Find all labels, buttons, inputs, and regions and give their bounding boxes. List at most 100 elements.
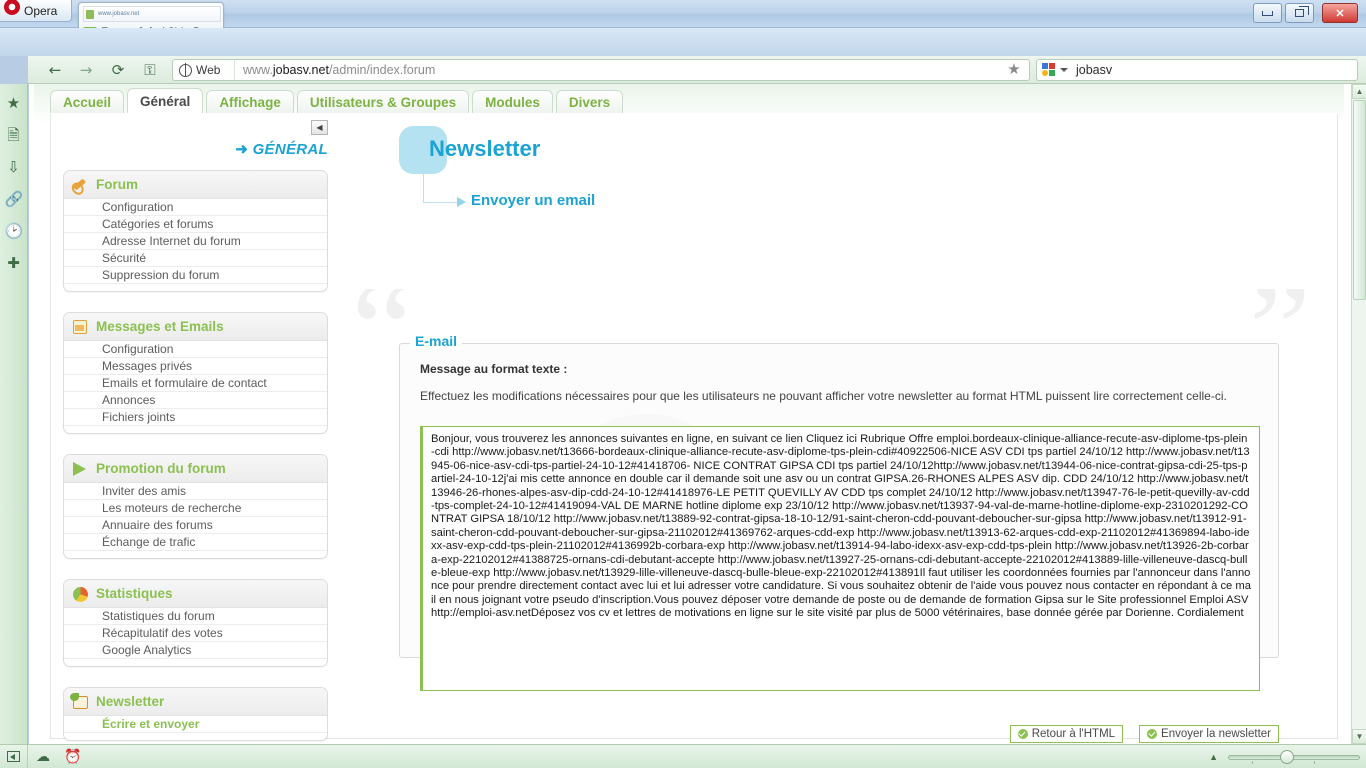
wrench-icon — [72, 177, 89, 193]
tab-affichage[interactable]: Affichage — [206, 90, 294, 114]
sidebar-section-label: GÉNÉRAL — [252, 141, 328, 158]
sidebar-box-promotion: Promotion du forum Inviter des amis Les … — [63, 454, 328, 559]
links-icon[interactable]: 🔗 — [5, 190, 24, 208]
zoom-tick — [1252, 760, 1253, 764]
collapse-sidebar-button[interactable]: ◀ — [311, 120, 328, 135]
textarea-value: Bonjour, vous trouverez les annonces sui… — [431, 433, 1251, 620]
page-vertical-scrollbar[interactable]: ▲ ▼ — [1351, 84, 1366, 744]
admin-page: Accueil Général Affichage Utilisateurs &… — [34, 84, 1344, 744]
tab-accueil[interactable]: Accueil — [50, 90, 125, 114]
send-newsletter-button[interactable]: Envoyer la newsletter — [1139, 725, 1279, 743]
pie-chart-icon — [73, 586, 89, 602]
sidebar-box-header: Messages et Emails — [64, 313, 327, 341]
minimize-window-button[interactable] — [1253, 3, 1282, 23]
sidebar-item-google-analytics[interactable]: Google Analytics — [64, 642, 327, 659]
sidebar-box-list: Configuration Messages privés Emails et … — [64, 341, 327, 433]
sidebar-box-title: Forum — [96, 177, 138, 192]
sidebar-box-title: Promotion du forum — [96, 461, 226, 476]
tab-utilisateurs-groupes[interactable]: Utilisateurs & Groupes — [296, 90, 470, 114]
password-key-icon[interactable]: ⚿ — [140, 60, 160, 80]
history-icon[interactable]: 🕑 — [5, 222, 24, 240]
sidebar-item-securite[interactable]: Sécurité — [64, 250, 327, 267]
sidebar-item-suppression-forum[interactable]: Suppression du forum — [64, 267, 327, 284]
url-path: /admin/index.forum — [328, 63, 436, 77]
sidebar-box-title: Statistiques — [96, 586, 173, 601]
arrow-right-icon — [457, 197, 466, 207]
tab-general[interactable]: Général — [127, 88, 204, 114]
zoom-slider-knob[interactable] — [1280, 749, 1294, 764]
message-description: Effectuez les modifications nécessaires … — [420, 389, 1227, 403]
sidebar-box-header: Statistiques — [64, 580, 327, 608]
sidebar-box-list: Statistiques du forum Récapitulatif des … — [64, 608, 327, 666]
url-text: www.jobasv.net/admin/index.forum — [235, 63, 1029, 77]
url-input[interactable]: Web www.jobasv.net/admin/index.forum — [172, 59, 1030, 81]
breadcrumb-connector-horizontal — [423, 202, 459, 203]
sidebar-box-list: Configuration Catégories et forums Adres… — [64, 199, 327, 291]
sidebar-box-header: Promotion du forum — [64, 455, 327, 483]
sidebar-item-statistiques-forum[interactable]: Statistiques du forum — [64, 608, 327, 625]
sidebar-item-messages-prives[interactable]: Messages privés — [64, 358, 327, 375]
sidebar-item-recapitulatif-votes[interactable]: Récapitulatif des votes — [64, 625, 327, 642]
scroll-down-icon[interactable]: ▼ — [1352, 729, 1366, 744]
reload-icon[interactable]: ⟳ — [108, 60, 128, 80]
search-scope-label: Web — [196, 63, 221, 77]
notes-icon[interactable]: 🗎 — [5, 126, 23, 144]
chevron-down-icon[interactable] — [1060, 68, 1068, 72]
opera-menu-label: Opera — [24, 3, 58, 18]
back-icon[interactable]: ← — [45, 60, 65, 80]
star-icon[interactable]: ★ — [5, 94, 23, 112]
search-input[interactable]: jobasv — [1036, 59, 1358, 81]
sidebar-item-annuaire-forums[interactable]: Annuaire des forums — [64, 517, 327, 534]
sidebar-section-title: ➜ GÉNÉRAL — [235, 140, 328, 158]
sidebar-item-configuration-messages[interactable]: Configuration — [64, 341, 327, 358]
sidebar-item-ecrire-envoyer[interactable]: Écrire et envoyer — [64, 716, 327, 733]
search-scope-badge[interactable]: Web — [173, 60, 235, 80]
zoom-tick — [1314, 760, 1315, 764]
back-to-html-button[interactable]: Retour à l'HTML — [1009, 725, 1124, 743]
tab-modules[interactable]: Modules — [472, 90, 553, 114]
sidebar-item-adresse-internet[interactable]: Adresse Internet du forum — [64, 233, 327, 250]
fieldset-body: Message au format texte : Effectuez les … — [420, 362, 1260, 404]
cloud-icon[interactable]: ☁ — [28, 745, 58, 768]
navigation-bar-background — [0, 28, 1366, 56]
restore-window-button[interactable] — [1285, 3, 1314, 23]
admin-content-area: ◀ ➜ GÉNÉRAL Forum Configuration Catégori… — [50, 114, 1338, 743]
tab-divers[interactable]: Divers — [555, 90, 624, 114]
sidebar-item-categories-forums[interactable]: Catégories et forums — [64, 216, 327, 233]
status-bar-right: ▲ — [1209, 749, 1360, 764]
google-icon — [1042, 63, 1056, 77]
sidebar-item-echange-trafic[interactable]: Échange de trafic — [64, 534, 327, 551]
close-window-button[interactable]: ✕ — [1322, 3, 1358, 23]
opera-menu-button[interactable]: Opera — [0, 0, 72, 22]
downloads-icon[interactable]: ⇩ — [5, 158, 23, 176]
sidebar-item-annonces[interactable]: Annonces — [64, 392, 327, 409]
sidebar-item-fichiers-joints[interactable]: Fichiers joints — [64, 409, 327, 426]
sidebar-item-emails-formulaire[interactable]: Emails et formulaire de contact — [64, 375, 327, 392]
panel-toggle-icon[interactable] — [0, 745, 28, 768]
message-format-label: Message au format texte : — [420, 362, 568, 376]
scroll-up-icon[interactable]: ▲ — [1352, 84, 1366, 99]
newsletter-text-textarea[interactable]: Bonjour, vous trouverez les annonces sui… — [420, 426, 1260, 691]
sidebar-item-configuration[interactable]: Configuration — [64, 199, 327, 216]
globe-icon — [179, 63, 192, 77]
tab-thumbnail-url: www.jobasv.net — [83, 6, 221, 22]
zoom-up-icon[interactable]: ▲ — [1209, 752, 1218, 762]
form-button-row: Retour à l'HTML Envoyer la newsletter — [399, 725, 1279, 743]
promo-icon — [73, 461, 89, 477]
zoom-slider[interactable] — [1228, 749, 1360, 764]
sidebar-item-inviter-amis[interactable]: Inviter des amis — [64, 483, 327, 500]
bookmark-star-icon[interactable]: ★ — [1004, 61, 1024, 79]
fieldset-legend: E-mail — [410, 333, 463, 349]
sidebar-item-moteurs-recherche[interactable]: Les moteurs de recherche — [64, 500, 327, 517]
sidebar-box-title: Messages et Emails — [96, 319, 224, 334]
speedometer-icon[interactable]: ⏰ — [58, 745, 88, 768]
admin-tab-bar: Accueil Général Affichage Utilisateurs &… — [50, 88, 624, 114]
forward-icon[interactable]: → — [76, 60, 96, 80]
url-host: jobasv.net — [272, 63, 329, 77]
scrollbar-thumb[interactable] — [1353, 100, 1366, 300]
add-panel-icon[interactable]: ✚ — [5, 254, 23, 272]
check-circle-icon — [1017, 729, 1028, 739]
page-title: Newsletter — [429, 136, 541, 161]
sidebar-box-header: Forum — [64, 171, 327, 199]
page-viewport: Accueil Général Affichage Utilisateurs &… — [29, 84, 1351, 744]
